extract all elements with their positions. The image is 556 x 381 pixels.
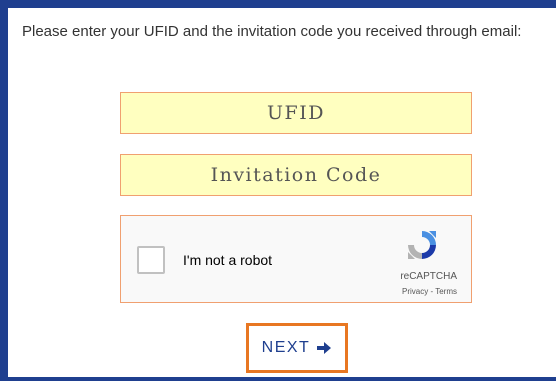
next-button[interactable]: NEXT xyxy=(246,323,348,373)
invitation-code-field-container xyxy=(120,154,472,196)
recaptcha-privacy-link[interactable]: Privacy xyxy=(402,287,428,296)
recaptcha-widget: I'm not a robot reCAPTCHA Privacy - Term… xyxy=(120,215,472,303)
recaptcha-checkbox[interactable] xyxy=(137,246,165,274)
recaptcha-label: I'm not a robot xyxy=(183,252,273,268)
invitation-code-input[interactable] xyxy=(121,155,471,195)
arrow-right-icon xyxy=(317,342,332,354)
recaptcha-brand: reCAPTCHA xyxy=(400,271,457,282)
ufid-field-container xyxy=(120,92,472,134)
recaptcha-links: Privacy - Terms xyxy=(402,287,457,296)
recaptcha-logo-icon xyxy=(408,231,436,259)
next-button-label: NEXT xyxy=(261,339,311,356)
ufid-input[interactable] xyxy=(121,93,471,133)
instructions-text: Please enter your UFID and the invitatio… xyxy=(22,23,522,40)
recaptcha-terms-link[interactable]: Terms xyxy=(435,287,457,296)
